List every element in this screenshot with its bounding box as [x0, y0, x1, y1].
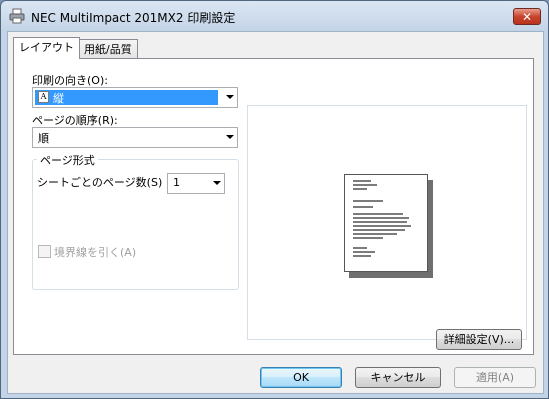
pages-per-sheet-label: シートごとのページ数(S)	[37, 176, 163, 189]
tab-layout-label: レイアウト	[19, 41, 74, 54]
pages-per-sheet-dropdown[interactable]: 1	[167, 173, 225, 194]
chevron-down-icon	[213, 181, 221, 185]
page-order-label: ページの順序(R):	[32, 114, 118, 127]
close-icon: ✕	[521, 10, 533, 24]
orientation-value: 縦	[53, 92, 64, 105]
cancel-button[interactable]: キャンセル	[355, 367, 441, 388]
printer-icon	[9, 8, 25, 24]
draw-borders-label: 境界線を引く(A)	[54, 246, 137, 259]
tab-layout[interactable]: レイアウト	[13, 37, 80, 59]
window-title: NEC MultiImpact 201MX2 印刷設定	[31, 11, 236, 25]
advanced-settings-button[interactable]: 詳細設定(V)...	[436, 329, 522, 350]
print-settings-window: NEC MultiImpact 201MX2 印刷設定 ✕ レイアウト 用紙/品…	[0, 0, 549, 399]
title-bar[interactable]: NEC MultiImpact 201MX2 印刷設定 ✕	[1, 1, 548, 31]
chevron-down-icon	[226, 95, 234, 99]
page-format-title: ページ形式	[37, 152, 98, 168]
layout-tab-panel: 印刷の向き(O): A 縦 ページの順序(R): 順 ページ形式 シートごとのペ…	[13, 58, 534, 355]
pages-per-sheet-value: 1	[173, 176, 180, 189]
tab-paper-quality[interactable]: 用紙/品質	[78, 39, 138, 59]
orientation-dropdown[interactable]: A 縦	[32, 87, 238, 108]
draw-borders-checkbox[interactable]	[38, 245, 51, 258]
ok-button[interactable]: OK	[260, 367, 342, 388]
page-order-dropdown[interactable]: 順	[32, 127, 238, 148]
apply-button[interactable]: 適用(A)	[454, 367, 536, 388]
page-format-group: ページ形式 シートごとのページ数(S) 1 境界線を引く(A)	[32, 152, 239, 290]
page-order-value: 順	[38, 132, 49, 145]
dialog-client: レイアウト 用紙/品質 印刷の向き(O): A 縦 ページの順序(R): 順 ペ…	[7, 31, 544, 394]
layout-preview	[247, 105, 527, 340]
portrait-orientation-icon: A	[38, 91, 49, 103]
tab-paper-quality-label: 用紙/品質	[84, 43, 132, 56]
close-button[interactable]: ✕	[513, 8, 541, 25]
orientation-selected: A 縦	[35, 90, 218, 105]
chevron-down-icon	[226, 135, 234, 139]
orientation-label: 印刷の向き(O):	[32, 74, 108, 87]
page-preview	[344, 174, 428, 272]
